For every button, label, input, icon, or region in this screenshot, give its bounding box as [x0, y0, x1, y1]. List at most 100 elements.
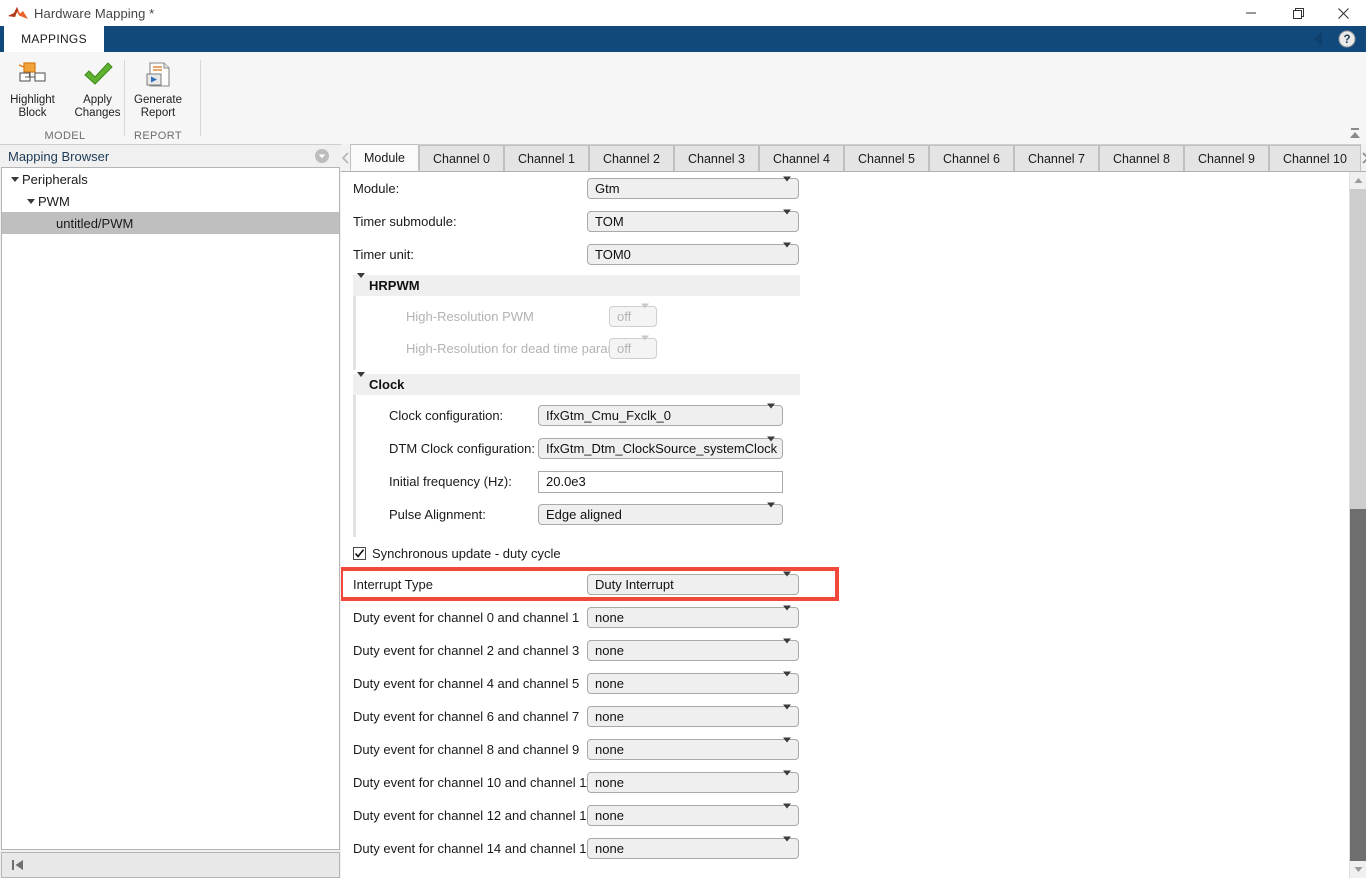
section-hrpwm: HRPWM High-Resolution PWM off High-Resol…: [341, 275, 1348, 370]
synchronous-update-checkbox[interactable]: [353, 547, 366, 560]
duty-event-10-11-dropdown[interactable]: none: [587, 772, 799, 793]
mapping-browser-title: Mapping Browser: [8, 149, 109, 164]
tab-channel-10[interactable]: Channel 10: [1269, 145, 1361, 171]
tab-channel-4[interactable]: Channel 4: [759, 145, 844, 171]
high-resolution-pwm-value: off: [617, 309, 631, 324]
chevron-right-icon[interactable]: [1361, 144, 1366, 171]
high-resolution-pwm-dropdown: off: [609, 306, 657, 327]
chevron-down-icon: [783, 643, 791, 658]
tab-label: Channel 3: [688, 152, 745, 166]
restore-icon[interactable]: [1274, 0, 1320, 26]
mapping-browser-tree[interactable]: Peripherals PWM untitled/PWM: [1, 167, 340, 850]
initial-frequency-input[interactable]: 20.0e3: [538, 471, 783, 493]
minimize-icon[interactable]: [1228, 0, 1274, 26]
svg-text:?: ?: [1343, 34, 1350, 46]
field-label: Duty event for channel 2 and channel 3: [353, 643, 579, 658]
clock-configuration-value: IfxGtm_Cmu_Fxclk_0: [546, 408, 671, 423]
apply-changes-label-2: Changes: [74, 107, 120, 120]
scrollbar-track-upper[interactable]: [1350, 189, 1366, 509]
chevron-left-icon[interactable]: [341, 144, 350, 171]
title-bar: Hardware Mapping *: [0, 0, 1366, 26]
duty-event-6-7-dropdown[interactable]: none: [587, 706, 799, 727]
chevron-down-icon[interactable]: [8, 168, 22, 190]
generate-report-label-2: Report: [134, 107, 182, 120]
scroll-down-arrow-icon[interactable]: [1350, 861, 1366, 878]
mapping-browser-footer: [1, 852, 340, 878]
field-duty-event-6-7: Duty event for channel 6 and channel 7 n…: [341, 700, 1348, 733]
collapse-panel-icon[interactable]: [1346, 126, 1364, 142]
chevron-down-icon[interactable]: [24, 190, 38, 212]
window-controls: [1228, 0, 1366, 26]
ribbon-tab-strip: MAPPINGS ?: [0, 26, 1366, 52]
chevron-down-icon: [783, 709, 791, 724]
chevron-down-icon[interactable]: [357, 278, 365, 293]
interrupt-type-dropdown[interactable]: Duty Interrupt: [587, 574, 799, 595]
synchronous-update-checkbox-row[interactable]: Synchronous update - duty cycle: [353, 539, 1348, 567]
ribbon-group-model-title: MODEL: [0, 130, 130, 142]
duty-event-14-15-dropdown[interactable]: none: [587, 838, 799, 859]
tab-label: Channel 1: [518, 152, 575, 166]
high-resolution-dead-time-dropdown: off: [609, 338, 657, 359]
field-label: Initial frequency (Hz):: [389, 474, 512, 489]
section-hrpwm-title: HRPWM: [369, 278, 420, 293]
duty-event-8-9-dropdown[interactable]: none: [587, 739, 799, 760]
tab-channel-1[interactable]: Channel 1: [504, 145, 589, 171]
pulse-alignment-dropdown[interactable]: Edge aligned: [538, 504, 783, 525]
tab-channel-0[interactable]: Channel 0: [419, 145, 504, 171]
chevron-down-icon: [783, 181, 791, 196]
highlight-block-label-2: Block: [10, 107, 55, 120]
tab-label: Channel 8: [1113, 152, 1170, 166]
pulse-alignment-value: Edge aligned: [546, 507, 622, 522]
highlight-block-button[interactable]: Highlight Block: [0, 52, 65, 124]
ribbon-group-report-title: REPORT: [125, 130, 191, 142]
field-label: Duty event for channel 0 and channel 1: [353, 610, 579, 625]
tree-item-untitled-pwm[interactable]: untitled/PWM: [2, 212, 339, 234]
dropdown-circle-icon[interactable]: [314, 148, 330, 164]
chevron-down-icon: [767, 408, 775, 423]
timer-unit-dropdown[interactable]: TOM0: [587, 244, 799, 265]
field-initial-frequency: Initial frequency (Hz): 20.0e3: [356, 465, 800, 498]
scroll-up-arrow-icon[interactable]: [1350, 172, 1366, 189]
tab-channel-8[interactable]: Channel 8: [1099, 145, 1184, 171]
chevron-down-icon[interactable]: [357, 377, 365, 392]
duty-event-0-1-dropdown[interactable]: none: [587, 607, 799, 628]
tab-channel-3[interactable]: Channel 3: [674, 145, 759, 171]
tab-channel-5[interactable]: Channel 5: [844, 145, 929, 171]
section-hrpwm-header[interactable]: HRPWM: [353, 275, 800, 296]
duty-event-2-3-dropdown[interactable]: none: [587, 640, 799, 661]
duty-event-4-5-dropdown[interactable]: none: [587, 673, 799, 694]
generate-report-button[interactable]: Generate Report: [125, 52, 191, 124]
tree-item-peripherals[interactable]: Peripherals: [2, 168, 339, 190]
go-to-start-icon[interactable]: [10, 857, 26, 873]
tree-item-pwm[interactable]: PWM: [2, 190, 339, 212]
duty-event-value: none: [595, 775, 624, 790]
section-clock-body: Clock configuration: IfxGtm_Cmu_Fxclk_0 …: [353, 395, 800, 537]
tab-module[interactable]: Module: [350, 144, 419, 171]
apply-changes-button[interactable]: Apply Changes: [65, 52, 130, 124]
close-icon[interactable]: [1320, 0, 1366, 26]
window-title: Hardware Mapping *: [34, 6, 154, 21]
high-resolution-dead-time-value: off: [617, 341, 631, 356]
tab-channel-9[interactable]: Channel 9: [1184, 145, 1269, 171]
dtm-clock-configuration-dropdown[interactable]: IfxGtm_Dtm_ClockSource_systemClock: [538, 438, 783, 459]
tab-channel-6[interactable]: Channel 6: [929, 145, 1014, 171]
module-dropdown[interactable]: Gtm: [587, 178, 799, 199]
help-icon[interactable]: ?: [1316, 29, 1356, 49]
field-label: Duty event for channel 6 and channel 7: [353, 709, 579, 724]
tab-label: Channel 9: [1198, 152, 1255, 166]
tab-mappings[interactable]: MAPPINGS: [4, 26, 104, 52]
module-dropdown-value: Gtm: [595, 181, 620, 196]
scrollbar-thumb[interactable]: [1350, 509, 1366, 861]
tab-label: Module: [364, 151, 405, 165]
clock-configuration-dropdown[interactable]: IfxGtm_Cmu_Fxclk_0: [538, 405, 783, 426]
tree-item-label: untitled/PWM: [56, 216, 133, 231]
tab-label: Channel 0: [433, 152, 490, 166]
tab-channel-7[interactable]: Channel 7: [1014, 145, 1099, 171]
dtm-clock-configuration-value: IfxGtm_Dtm_ClockSource_systemClock: [546, 441, 777, 456]
timer-submodule-dropdown[interactable]: TOM: [587, 211, 799, 232]
duty-event-12-13-dropdown[interactable]: none: [587, 805, 799, 826]
field-dtm-clock-configuration: DTM Clock configuration: IfxGtm_Dtm_Cloc…: [356, 432, 800, 465]
tab-channel-2[interactable]: Channel 2: [589, 145, 674, 171]
section-clock-header[interactable]: Clock: [353, 374, 800, 395]
content-vertical-scrollbar[interactable]: [1349, 172, 1366, 878]
